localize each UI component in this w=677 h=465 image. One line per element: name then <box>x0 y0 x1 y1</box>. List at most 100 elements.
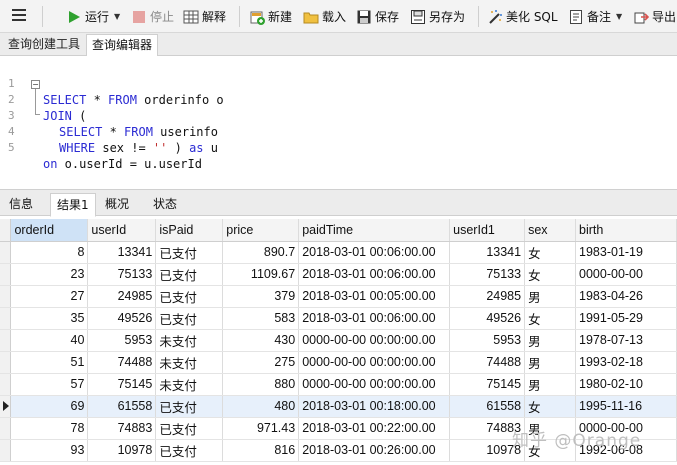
cell-paidtime[interactable]: 0000-00-00 00:00:00.00 <box>298 351 451 374</box>
cell-userid[interactable]: 10978 <box>87 439 157 462</box>
tab-result-1[interactable]: 结果1 <box>50 193 96 217</box>
cell-ispaid[interactable]: 未支付 <box>155 351 224 374</box>
cell-ispaid[interactable]: 未支付 <box>155 373 224 396</box>
cell-userid1[interactable]: 5953 <box>449 329 526 352</box>
cell-sex[interactable]: 女 <box>524 395 577 418</box>
cell-paidtime[interactable]: 2018-03-01 00:18:00.00 <box>298 395 451 418</box>
fold-toggle-icon[interactable]: − <box>31 80 40 89</box>
cell-birth[interactable]: 0000-00-00 <box>575 263 677 286</box>
cell-orderid[interactable]: 78 <box>10 417 89 440</box>
row-indicator[interactable] <box>0 241 12 264</box>
cell-birth[interactable]: 1993-02-18 <box>575 351 677 374</box>
cell-orderid[interactable]: 8 <box>10 241 89 264</box>
note-button[interactable]: 备注 ▼ <box>568 6 622 27</box>
cell-orderid[interactable]: 57 <box>10 373 89 396</box>
cell-orderid[interactable]: 40 <box>10 329 89 352</box>
cell-sex[interactable]: 男 <box>524 329 577 352</box>
cell-ispaid[interactable]: 已支付 <box>155 285 224 308</box>
cell-orderid[interactable]: 35 <box>10 307 89 330</box>
column-header-userid1[interactable]: userId1 <box>449 219 526 242</box>
column-header-price[interactable]: price <box>222 219 300 242</box>
cell-userid1[interactable]: 49526 <box>449 307 526 330</box>
table-row[interactable]: 40 5953 未支付 430 0000-00-00 00:00:00.00 5953 男 1… <box>0 329 677 352</box>
row-indicator[interactable] <box>0 329 12 352</box>
tab-profile[interactable]: 概况 <box>99 193 135 215</box>
cell-ispaid[interactable]: 已支付 <box>155 417 224 440</box>
cell-sex[interactable]: 男 <box>524 351 577 374</box>
cell-userid1[interactable]: 75133 <box>449 263 526 286</box>
cell-userid[interactable]: 75133 <box>87 263 157 286</box>
table-row[interactable]: 35 49526 已支付 583 2018-03-01 00:06:00.00 49526… <box>0 307 677 330</box>
cell-price[interactable]: 379 <box>222 285 300 308</box>
column-header-orderid[interactable]: orderId <box>10 219 89 242</box>
table-row[interactable]: 8 13341 已支付 890.7 2018-03-01 00:06:00.00 1334… <box>0 241 677 264</box>
stop-button[interactable]: 停止 <box>131 6 174 27</box>
sql-editor[interactable]: 1 SELECT * FROM orderinfo o 2 JOIN ( − 3… <box>0 56 677 188</box>
cell-userid[interactable]: 24985 <box>87 285 157 308</box>
save-as-button[interactable]: 另存为 <box>410 6 465 27</box>
cell-ispaid[interactable]: 已支付 <box>155 395 224 418</box>
cell-price[interactable]: 880 <box>222 373 300 396</box>
column-header-birth[interactable]: birth <box>575 219 677 242</box>
cell-sex[interactable]: 女 <box>524 307 577 330</box>
cell-userid[interactable]: 75145 <box>87 373 157 396</box>
cell-userid[interactable]: 61558 <box>87 395 157 418</box>
cell-price[interactable]: 583 <box>222 307 300 330</box>
cell-birth[interactable]: 1978-07-13 <box>575 329 677 352</box>
row-indicator[interactable] <box>0 285 12 308</box>
cell-orderid[interactable]: 69 <box>10 395 89 418</box>
row-indicator[interactable] <box>0 351 12 374</box>
table-row[interactable]: 51 74488 未支付 275 0000-00-00 00:00:00.00 74488… <box>0 351 677 374</box>
cell-orderid[interactable]: 93 <box>10 439 89 462</box>
tab-query-editor[interactable]: 查询编辑器 <box>86 34 159 57</box>
cell-price[interactable]: 480 <box>222 395 300 418</box>
cell-birth[interactable]: 1991-05-29 <box>575 307 677 330</box>
cell-paidtime[interactable]: 2018-03-01 00:05:00.00 <box>298 285 451 308</box>
cell-orderid[interactable]: 27 <box>10 285 89 308</box>
cell-sex[interactable]: 男 <box>524 373 577 396</box>
cell-orderid[interactable]: 23 <box>10 263 89 286</box>
cell-ispaid[interactable]: 已支付 <box>155 439 224 462</box>
cell-userid1[interactable]: 61558 <box>449 395 526 418</box>
explain-button[interactable]: 解释 <box>183 6 226 27</box>
load-button[interactable]: 载入 <box>303 6 346 27</box>
tab-status[interactable]: 状态 <box>147 193 183 215</box>
cell-userid[interactable]: 74883 <box>87 417 157 440</box>
cell-price[interactable]: 816 <box>222 439 300 462</box>
cell-ispaid[interactable]: 已支付 <box>155 263 224 286</box>
cell-ispaid[interactable]: 未支付 <box>155 329 224 352</box>
cell-price[interactable]: 430 <box>222 329 300 352</box>
cell-ispaid[interactable]: 已支付 <box>155 241 224 264</box>
column-header-userid[interactable]: userId <box>87 219 157 242</box>
row-indicator[interactable] <box>0 263 12 286</box>
cell-userid1[interactable]: 75145 <box>449 373 526 396</box>
cell-userid[interactable]: 74488 <box>87 351 157 374</box>
cell-ispaid[interactable]: 已支付 <box>155 307 224 330</box>
cell-userid[interactable]: 13341 <box>87 241 157 264</box>
cell-orderid[interactable]: 51 <box>10 351 89 374</box>
cell-paidtime[interactable]: 0000-00-00 00:00:00.00 <box>298 329 451 352</box>
cell-birth[interactable]: 1983-01-19 <box>575 241 677 264</box>
table-row[interactable]: 57 75145 未支付 880 0000-00-00 00:00:00.00 75145… <box>0 373 677 396</box>
cell-userid1[interactable]: 24985 <box>449 285 526 308</box>
column-header-sex[interactable]: sex <box>524 219 577 242</box>
tab-info[interactable]: 信息 <box>3 193 39 215</box>
beautify-sql-button[interactable]: 美化 SQL <box>487 6 558 27</box>
menu-icon[interactable] <box>12 9 26 21</box>
cell-paidtime[interactable]: 2018-03-01 00:26:00.00 <box>298 439 451 462</box>
cell-price[interactable]: 275 <box>222 351 300 374</box>
table-row[interactable]: 69 61558 已支付 480 2018-03-01 00:18:00.00 61558… <box>0 395 677 418</box>
cell-paidtime[interactable]: 2018-03-01 00:06:00.00 <box>298 241 451 264</box>
cell-birth[interactable]: 1995-11-16 <box>575 395 677 418</box>
row-indicator[interactable] <box>0 373 12 396</box>
row-indicator[interactable] <box>0 307 12 330</box>
cell-price[interactable]: 890.7 <box>222 241 300 264</box>
new-button[interactable]: 新建 <box>249 6 292 27</box>
run-button[interactable]: 运行 ▼ <box>66 6 120 27</box>
cell-price[interactable]: 971.43 <box>222 417 300 440</box>
table-row[interactable]: 27 24985 已支付 379 2018-03-01 00:05:00.00 24985… <box>0 285 677 308</box>
cell-userid1[interactable]: 13341 <box>449 241 526 264</box>
chevron-down-icon[interactable]: ▼ <box>114 12 120 21</box>
chevron-down-icon[interactable]: ▼ <box>616 12 622 21</box>
cell-userid[interactable]: 49526 <box>87 307 157 330</box>
